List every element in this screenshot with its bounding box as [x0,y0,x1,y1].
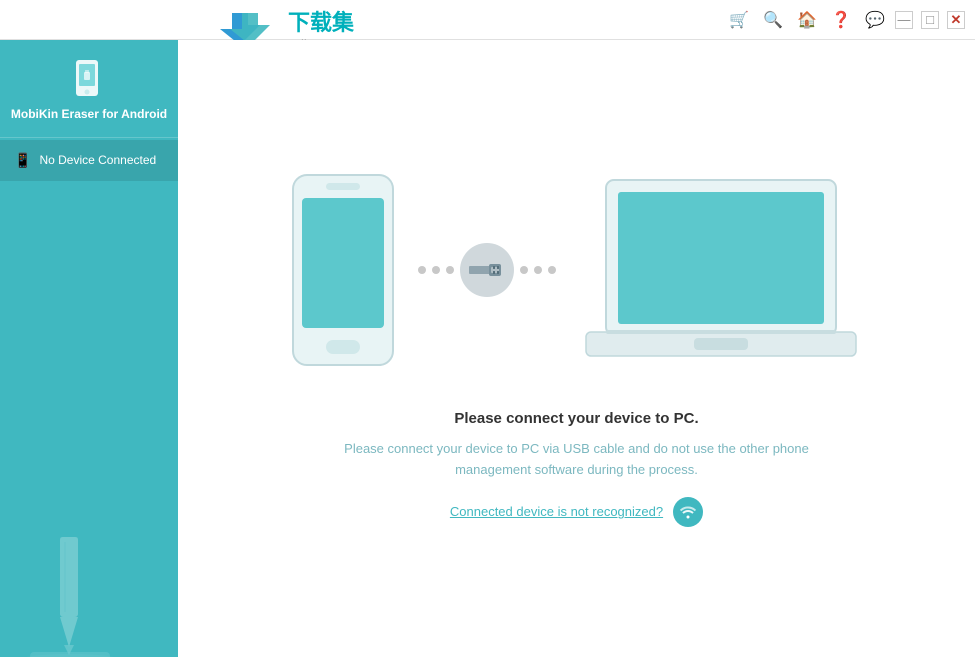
sidebar-item-no-device[interactable]: 📱 No Device Connected [0,140,178,181]
content-area: Please connect your device to PC. Please… [178,40,975,657]
recognition-link[interactable]: Connected device is not recognized? [450,504,663,519]
sidebar: MobiKin Eraser for Android 📱 No Device C… [0,40,178,657]
sub-instruction: Please connect your device to PC via USB… [327,439,827,481]
minimize-button[interactable]: — [895,11,913,29]
connection-dots [418,243,556,297]
text-section: Please connect your device to PC. Please… [327,410,827,527]
title-bar: 下载集 xzji.com 🛒 🔍 🏠 ❓ 💬 — □ ✕ [0,0,975,40]
help-icon[interactable]: ❓ [831,10,851,30]
dot-5 [534,266,542,274]
sidebar-app-title: MobiKin Eraser for Android [11,106,167,123]
chat-icon[interactable]: 💬 [865,10,885,30]
search-icon[interactable]: 🔍 [763,10,783,30]
wifi-button[interactable] [673,497,703,527]
dot-3 [446,266,454,274]
sidebar-decoration [0,497,178,657]
dot-4 [520,266,528,274]
laptop-illustration [576,170,866,370]
dot-6 [548,266,556,274]
main-instruction: Please connect your device to PC. [327,410,827,427]
dot-1 [418,266,426,274]
sidebar-item-label: No Device Connected [39,153,156,167]
sidebar-header: MobiKin Eraser for Android [0,40,178,138]
recognition-link-row: Connected device is not recognized? [327,497,827,527]
logo-chinese-text: 下载集 [288,5,354,37]
usb-connector [460,243,514,297]
cart-icon[interactable]: 🛒 [729,10,749,30]
phone-icon: 📱 [14,152,31,169]
title-bar-controls: — □ ✕ [895,11,965,29]
phone-illustration [288,170,398,370]
main-layout: MobiKin Eraser for Android 📱 No Device C… [0,40,975,657]
dot-2 [432,266,440,274]
close-button[interactable]: ✕ [947,11,965,29]
connection-illustration [288,170,866,370]
maximize-button[interactable]: □ [921,11,939,29]
home-icon[interactable]: 🏠 [797,10,817,30]
title-bar-icons: 🛒 🔍 🏠 ❓ 💬 [729,10,885,30]
app-icon [68,58,110,100]
